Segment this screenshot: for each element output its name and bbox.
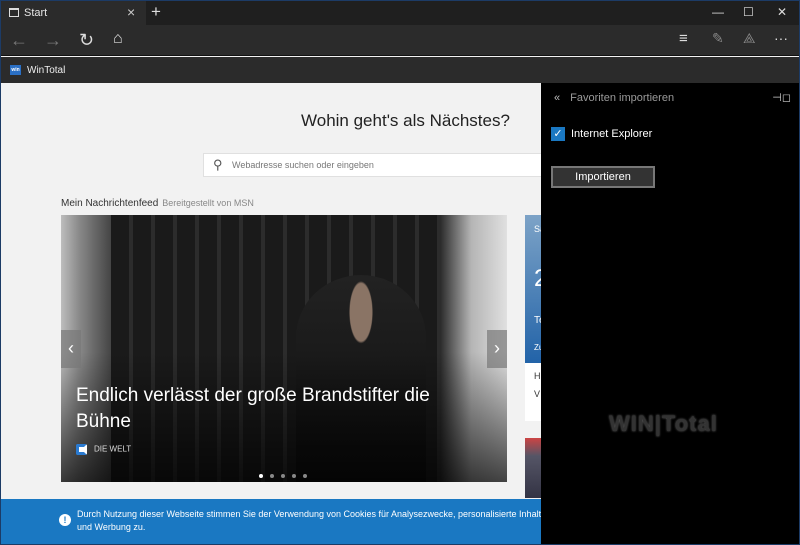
hero-headline[interactable]: Endlich verlässt der große Brandstifter … <box>76 383 476 435</box>
carousel-dot[interactable] <box>270 474 274 478</box>
tab-start[interactable]: Start × <box>1 1 146 25</box>
carousel-dot[interactable] <box>303 474 307 478</box>
search-input[interactable]: ⚲ Webadresse suchen oder eingeben <box>203 153 548 177</box>
title-bar: Start × + — ☐ ✕ <box>1 1 799 25</box>
import-favorites-panel: « Favoriten importieren ⊣◻ ✓ Internet Exp… <box>541 83 799 544</box>
more-button[interactable]: ··· <box>774 30 788 46</box>
carousel-prev-button[interactable]: ‹ <box>61 330 81 368</box>
favorites-bar: win WinTotal <box>1 57 799 83</box>
internet-explorer-label[interactable]: Internet Explorer <box>571 128 652 140</box>
carousel-next-button[interactable]: › <box>487 330 507 368</box>
cookie-text: Durch Nutzung dieser Webseite stimmen Si… <box>77 509 547 532</box>
page-heading: Wohin geht's als Nächstes? <box>301 111 510 130</box>
carousel-dot[interactable] <box>259 474 263 478</box>
tab-page-icon <box>9 8 19 17</box>
carousel-dots <box>259 465 314 482</box>
refresh-button[interactable]: ↻ <box>79 30 94 51</box>
feed-title: Mein Nachrichtenfeed <box>61 198 159 209</box>
close-tab-icon[interactable]: × <box>127 4 135 20</box>
new-tab-button[interactable]: + <box>151 2 161 22</box>
minimize-button[interactable]: — <box>712 5 724 19</box>
close-window-button[interactable]: ✕ <box>777 5 787 19</box>
source-logo-icon <box>76 444 87 455</box>
search-icon: ⚲ <box>213 157 223 172</box>
share-button[interactable]: ⟁ <box>743 30 756 47</box>
back-chevron-icon[interactable]: « <box>554 92 560 104</box>
back-button[interactable]: ← <box>10 30 28 51</box>
news-feed-label: Mein Nachrichtenfeed Bereitgestellt von M… <box>61 198 254 209</box>
browser-window: Start × + — ☐ ✕ ← → ↻ ⌂ ≡ ✎ ⟁ ··· win Wi… <box>1 1 799 544</box>
info-icon: ! <box>59 514 71 526</box>
maximize-button[interactable]: ☐ <box>743 5 754 19</box>
source-name: DIE WELT <box>94 444 132 454</box>
wintotal-favicon: win <box>10 65 21 75</box>
hub-button[interactable]: ≡ <box>679 30 688 47</box>
toolbar: ← → ↻ ⌂ ≡ ✎ ⟁ ··· <box>1 25 799 56</box>
hero-source: DIE WELT <box>76 444 131 455</box>
hero-news-card[interactable]: ‹ › Endlich verlässt der große Brandstif… <box>61 215 507 482</box>
search-placeholder: Webadresse suchen oder eingeben <box>232 160 374 170</box>
forward-button[interactable]: → <box>44 30 62 51</box>
favorite-wintotal[interactable]: WinTotal <box>27 65 65 76</box>
carousel-dot[interactable] <box>292 474 296 478</box>
tab-title: Start <box>24 7 48 19</box>
internet-explorer-checkbox[interactable]: ✓ <box>551 127 565 141</box>
feed-provider: Bereitgestellt von MSN <box>162 198 254 208</box>
wintotal-watermark: WIN|Total <box>609 411 718 436</box>
pin-icon[interactable]: ⊣◻ <box>772 91 791 104</box>
carousel-dot[interactable] <box>281 474 285 478</box>
web-note-button[interactable]: ✎ <box>712 30 724 47</box>
panel-title: Favoriten importieren <box>570 92 675 104</box>
import-button[interactable]: Importieren <box>551 166 655 188</box>
home-button[interactable]: ⌂ <box>113 30 123 48</box>
